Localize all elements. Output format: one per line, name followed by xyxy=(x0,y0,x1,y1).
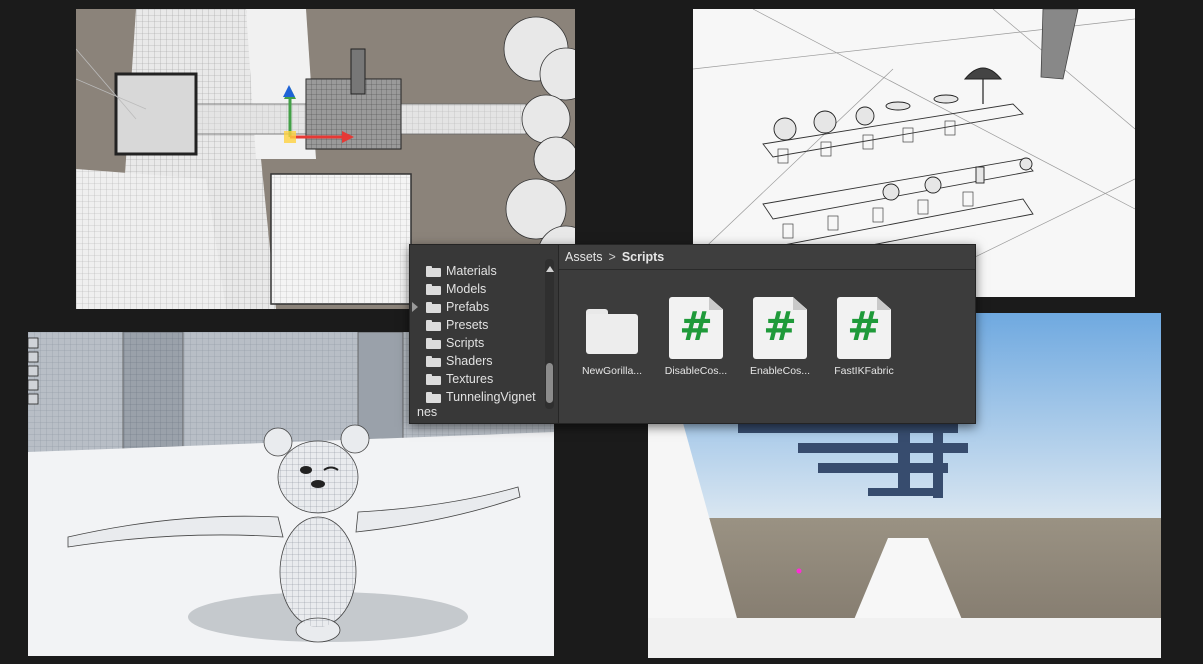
folder-icon xyxy=(426,373,441,385)
tree-item-label: Textures xyxy=(446,372,494,386)
tree-item-label: Models xyxy=(446,282,487,296)
csharp-script-icon: # xyxy=(668,295,724,359)
tree-item-label: Shaders xyxy=(446,354,493,368)
project-window: Materials Models Prefabs Presets Scripts… xyxy=(409,244,976,424)
tree-item-models[interactable]: Models xyxy=(410,280,550,298)
asset-script-enablecos[interactable]: # EnableCos... xyxy=(740,295,820,385)
folder-icon xyxy=(426,355,441,367)
breadcrumb-separator: > xyxy=(608,250,616,264)
hash-glyph: # xyxy=(679,304,713,350)
tree-item-prefabs[interactable]: Prefabs xyxy=(410,298,550,316)
asset-content-panel: Assets > Scripts NewGorilla... # Disable… xyxy=(559,245,975,423)
breadcrumb-assets[interactable]: Assets xyxy=(565,250,603,264)
folder-icon xyxy=(426,301,441,313)
folder-icon xyxy=(426,283,441,295)
folder-icon xyxy=(584,295,640,357)
breadcrumb: Assets > Scripts xyxy=(559,245,975,270)
scroll-up-arrow-icon[interactable] xyxy=(546,266,554,272)
tree-item-label: Materials xyxy=(446,264,497,278)
tree-item-label: Scripts xyxy=(446,336,485,350)
csharp-script-icon: # xyxy=(752,295,808,359)
tree-item-materials[interactable]: Materials xyxy=(410,262,550,280)
tree-item-textures[interactable]: Textures xyxy=(410,370,550,388)
tree-item-scripts[interactable]: Scripts xyxy=(410,334,550,352)
asset-script-disablecos[interactable]: # DisableCos... xyxy=(656,295,736,385)
tree-item-partial[interactable]: nes xyxy=(410,405,437,419)
tree-item-tunneling-vignette[interactable]: TunnelingVignet xyxy=(410,388,550,406)
asset-label: NewGorilla... xyxy=(581,365,643,377)
folder-icon xyxy=(426,265,441,277)
breadcrumb-scripts[interactable]: Scripts xyxy=(622,250,664,264)
asset-label: DisableCos... xyxy=(664,365,728,377)
tree-item-label: TunnelingVignet xyxy=(446,390,536,404)
tree-item-label: Presets xyxy=(446,318,489,332)
tree-item-presets[interactable]: Presets xyxy=(410,316,550,334)
tree-item-label: nes xyxy=(417,405,438,419)
tree-item-label: Prefabs xyxy=(446,300,490,314)
asset-label: FastIKFabric xyxy=(834,365,894,377)
folder-icon xyxy=(426,391,441,403)
tree-item-shaders[interactable]: Shaders xyxy=(410,352,550,370)
csharp-script-icon: # xyxy=(836,295,892,359)
hash-glyph: # xyxy=(763,304,797,350)
tree-scrollbar-thumb[interactable] xyxy=(546,363,553,403)
asset-script-fastikfabric[interactable]: # FastIKFabric xyxy=(824,295,904,385)
hash-glyph: # xyxy=(847,304,881,350)
asset-label: EnableCos... xyxy=(749,365,811,377)
folder-icon xyxy=(426,337,441,349)
folder-tree: Materials Models Prefabs Presets Scripts… xyxy=(410,245,559,423)
folder-icon xyxy=(426,319,441,331)
asset-folder-newgorilla[interactable]: NewGorilla... xyxy=(572,295,652,385)
